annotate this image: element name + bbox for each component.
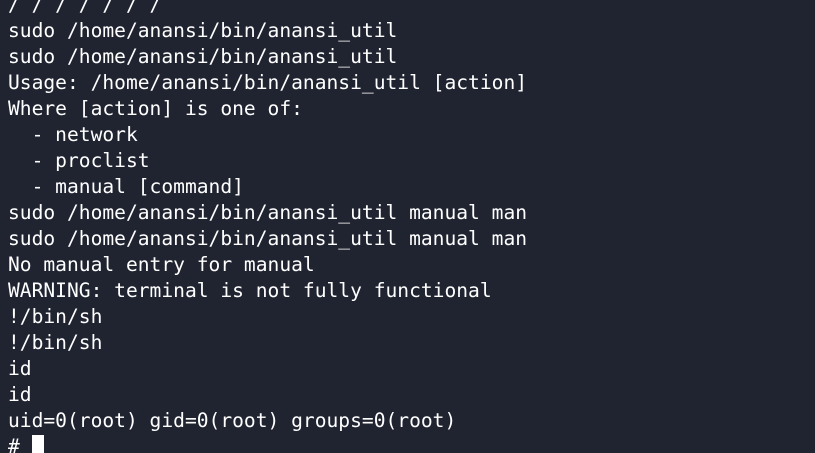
terminal-screen[interactable]: / / / / / / / sudo /home/anansi/bin/anan… bbox=[8, 0, 815, 453]
terminal-line: - proclist bbox=[8, 149, 150, 172]
terminal-line: id bbox=[8, 357, 32, 380]
terminal-window[interactable]: / / / / / / / sudo /home/anansi/bin/anan… bbox=[0, 0, 815, 453]
terminal-line: !/bin/sh bbox=[8, 331, 103, 354]
terminal-line: WARNING: terminal is not fully functiona… bbox=[8, 279, 492, 302]
terminal-line: uid=0(root) gid=0(root) groups=0(root) bbox=[8, 409, 457, 432]
terminal-line-partial: / / / / / / / bbox=[8, 0, 162, 16]
terminal-line: Usage: /home/anansi/bin/anansi_util [act… bbox=[8, 71, 528, 94]
shell-prompt: # bbox=[8, 435, 32, 453]
terminal-line: No manual entry for manual bbox=[8, 253, 315, 276]
terminal-line: - manual [command] bbox=[8, 175, 244, 198]
terminal-line: id bbox=[8, 383, 32, 406]
terminal-line: !/bin/sh bbox=[8, 305, 103, 328]
terminal-line: sudo /home/anansi/bin/anansi_util manual… bbox=[8, 227, 528, 250]
prompt-line[interactable]: # bbox=[8, 434, 815, 453]
terminal-line: - network bbox=[8, 123, 138, 146]
terminal-line: sudo /home/anansi/bin/anansi_util bbox=[8, 19, 398, 42]
terminal-line: sudo /home/anansi/bin/anansi_util manual… bbox=[8, 201, 528, 224]
terminal-line: sudo /home/anansi/bin/anansi_util bbox=[8, 45, 398, 68]
terminal-line: Where [action] is one of: bbox=[8, 97, 303, 120]
text-cursor bbox=[31, 435, 44, 453]
